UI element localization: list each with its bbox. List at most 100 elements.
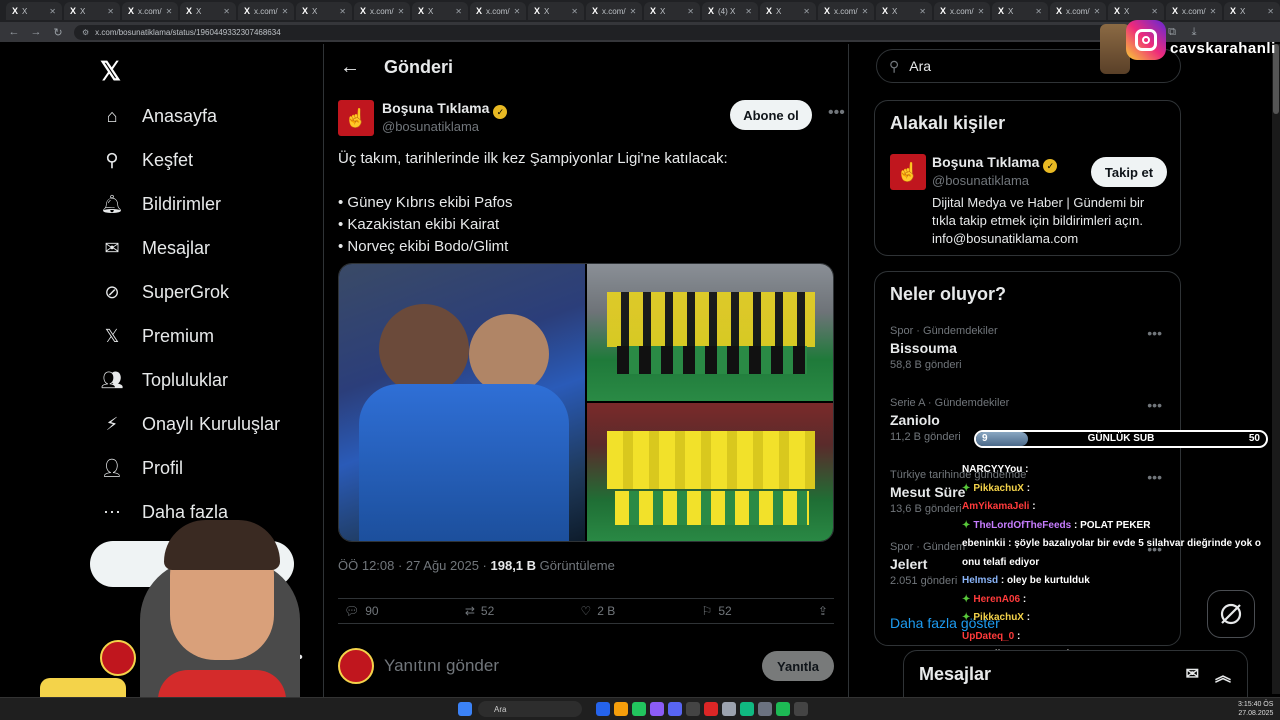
close-tab-icon[interactable]: ✕: [978, 7, 985, 16]
browser-tab[interactable]: X X ✕: [296, 2, 352, 20]
browser-tab[interactable]: Xx.com/ ✕: [122, 2, 178, 20]
close-tab-icon[interactable]: ✕: [1094, 7, 1101, 16]
close-tab-icon[interactable]: ✕: [49, 7, 56, 16]
back-arrow-icon[interactable]: ←: [8, 26, 20, 38]
windows-start-icon[interactable]: [458, 702, 472, 716]
nav-item-grok[interactable]: ⊘ SuperGrok: [100, 272, 229, 312]
close-tab-icon[interactable]: ✕: [745, 7, 752, 16]
browser-tab[interactable]: Xx.com/ ✕: [470, 2, 526, 20]
edge-icon[interactable]: [596, 702, 610, 716]
more-dots-icon[interactable]: •••: [1147, 325, 1162, 341]
browser-tab[interactable]: X X ✕: [180, 2, 236, 20]
browser-tab[interactable]: X X ✕: [644, 2, 700, 20]
close-tab-icon[interactable]: ✕: [339, 7, 346, 16]
browser-tab[interactable]: X X ✕: [760, 2, 816, 20]
author-avatar[interactable]: ☝: [338, 100, 374, 136]
nav-item-explore[interactable]: ⚲ Keşfet: [100, 140, 193, 180]
app-icon[interactable]: [740, 702, 754, 716]
photo-team-bodo-glimt[interactable]: [587, 403, 833, 541]
discord-icon[interactable]: [668, 702, 682, 716]
close-tab-icon[interactable]: ✕: [803, 7, 810, 16]
nav-item-mail[interactable]: ✉ Mesajlar: [100, 228, 210, 268]
nav-item-bell[interactable]: 🔔︎ Bildirimler: [100, 184, 221, 224]
tweet-timestamp[interactable]: ÖÖ 12:08 · 27 Ağu 2025 ·: [338, 558, 491, 573]
app-icon[interactable]: [794, 702, 808, 716]
close-tab-icon[interactable]: ✕: [919, 7, 926, 16]
app-icon[interactable]: [704, 702, 718, 716]
chrome-icon[interactable]: [632, 702, 646, 716]
more-dots-icon[interactable]: •••: [1147, 397, 1162, 413]
browser-tab[interactable]: X (4) X ✕: [702, 2, 758, 20]
like-action[interactable]: ♡ 2 B: [581, 604, 616, 618]
nav-item-profile[interactable]: 👤︎ Profil: [100, 448, 183, 488]
browser-tab[interactable]: Xx.com/ ✕: [586, 2, 642, 20]
nav-item-lightning[interactable]: ⚡︎ Onaylı Kuruluşlar: [100, 404, 280, 444]
close-tab-icon[interactable]: ✕: [166, 7, 173, 16]
browser-tab[interactable]: Xx.com/ ✕: [238, 2, 294, 20]
browser-tab[interactable]: Xx.com/ ✕: [1050, 2, 1106, 20]
reply-button[interactable]: Yanıtla: [762, 651, 834, 681]
nav-item-communities[interactable]: 👥︎ Topluluklar: [100, 360, 228, 400]
photo-celebrating-players[interactable]: [339, 264, 585, 541]
app-icon[interactable]: [758, 702, 772, 716]
new-message-icon[interactable]: ✉: [1186, 664, 1199, 684]
close-tab-icon[interactable]: ✕: [223, 7, 230, 16]
close-tab-icon[interactable]: ✕: [514, 7, 521, 16]
close-tab-icon[interactable]: ✕: [282, 7, 289, 16]
close-tab-icon[interactable]: ✕: [630, 7, 637, 16]
more-dots-icon[interactable]: •••: [828, 104, 845, 122]
search-input[interactable]: Ara: [909, 58, 931, 74]
close-tab-icon[interactable]: ✕: [1210, 7, 1217, 16]
close-tab-icon[interactable]: ✕: [571, 7, 578, 16]
reply-input[interactable]: Yanıtını gönder: [384, 656, 499, 676]
trend-item[interactable]: Spor · Gündemdekiler Bissouma 58,8 B gönde…: [890, 325, 1170, 371]
repost-action[interactable]: ⇄ 52: [465, 604, 494, 618]
relevant-handle[interactable]: @bosunatiklama: [932, 173, 1057, 188]
close-tab-icon[interactable]: ✕: [687, 7, 694, 16]
messages-drawer[interactable]: Mesajlar ✉ ︽: [903, 650, 1248, 698]
browser-tab[interactable]: X X ✕: [412, 2, 468, 20]
tweet-media-grid[interactable]: [338, 263, 834, 542]
x-logo-icon[interactable]: 𝕏: [100, 56, 121, 87]
expand-chevron-icon[interactable]: ︽: [1215, 662, 1231, 686]
browser-tab[interactable]: X X ✕: [6, 2, 62, 20]
close-tab-icon[interactable]: ✕: [1035, 7, 1042, 16]
explorer-icon[interactable]: [614, 702, 628, 716]
reload-icon[interactable]: ↻: [52, 26, 64, 39]
browser-tab[interactable]: X X ✕: [992, 2, 1048, 20]
browser-tab[interactable]: X X ✕: [876, 2, 932, 20]
share-action[interactable]: ⇪: [818, 604, 828, 618]
app-icon[interactable]: [722, 702, 736, 716]
browser-tab[interactable]: X X ✕: [64, 2, 120, 20]
bookmark-action[interactable]: ⚐ 52: [702, 604, 732, 618]
close-tab-icon[interactable]: ✕: [398, 7, 405, 16]
app-icon[interactable]: [686, 702, 700, 716]
back-arrow-icon[interactable]: ←: [340, 56, 360, 79]
close-tab-icon[interactable]: ✕: [1151, 7, 1158, 16]
reply-action[interactable]: 💬︎ 90: [344, 604, 379, 618]
relevant-avatar[interactable]: ☝: [890, 154, 926, 190]
follow-button[interactable]: Takip et: [1091, 157, 1167, 187]
author-handle[interactable]: @bosunatiklama: [382, 119, 507, 134]
browser-tab[interactable]: Xx.com/ ✕: [934, 2, 990, 20]
close-tab-icon[interactable]: ✕: [1267, 7, 1274, 16]
nav-item-x-premium[interactable]: 𝕏 Premium: [100, 316, 214, 356]
subscribe-button[interactable]: Abone ol: [730, 100, 812, 130]
browser-tab[interactable]: X X ✕: [528, 2, 584, 20]
url-field[interactable]: ⚙ x.com/bosunatiklama/status/19604493323…: [74, 24, 1134, 40]
author-name[interactable]: Boşuna Tıklama: [382, 100, 489, 116]
close-tab-icon[interactable]: ✕: [862, 7, 869, 16]
photo-team-kairat[interactable]: [587, 264, 833, 401]
forward-arrow-icon[interactable]: →: [30, 26, 42, 38]
site-info-icon[interactable]: ⚙: [82, 28, 89, 37]
relevant-name[interactable]: Boşuna Tıklama: [932, 154, 1039, 170]
taskbar-clock[interactable]: 3:15:40 ÖS 27.08.2025: [1238, 700, 1273, 718]
close-tab-icon[interactable]: ✕: [455, 7, 462, 16]
browser-tab[interactable]: Xx.com/ ✕: [354, 2, 410, 20]
close-tab-icon[interactable]: ✕: [107, 7, 114, 16]
grok-button[interactable]: [1207, 590, 1255, 638]
nav-item-home[interactable]: ⌂ Anasayfa: [100, 96, 218, 136]
spotify-icon[interactable]: [776, 702, 790, 716]
taskbar-search[interactable]: Ara: [478, 701, 582, 717]
app-icon[interactable]: [650, 702, 664, 716]
